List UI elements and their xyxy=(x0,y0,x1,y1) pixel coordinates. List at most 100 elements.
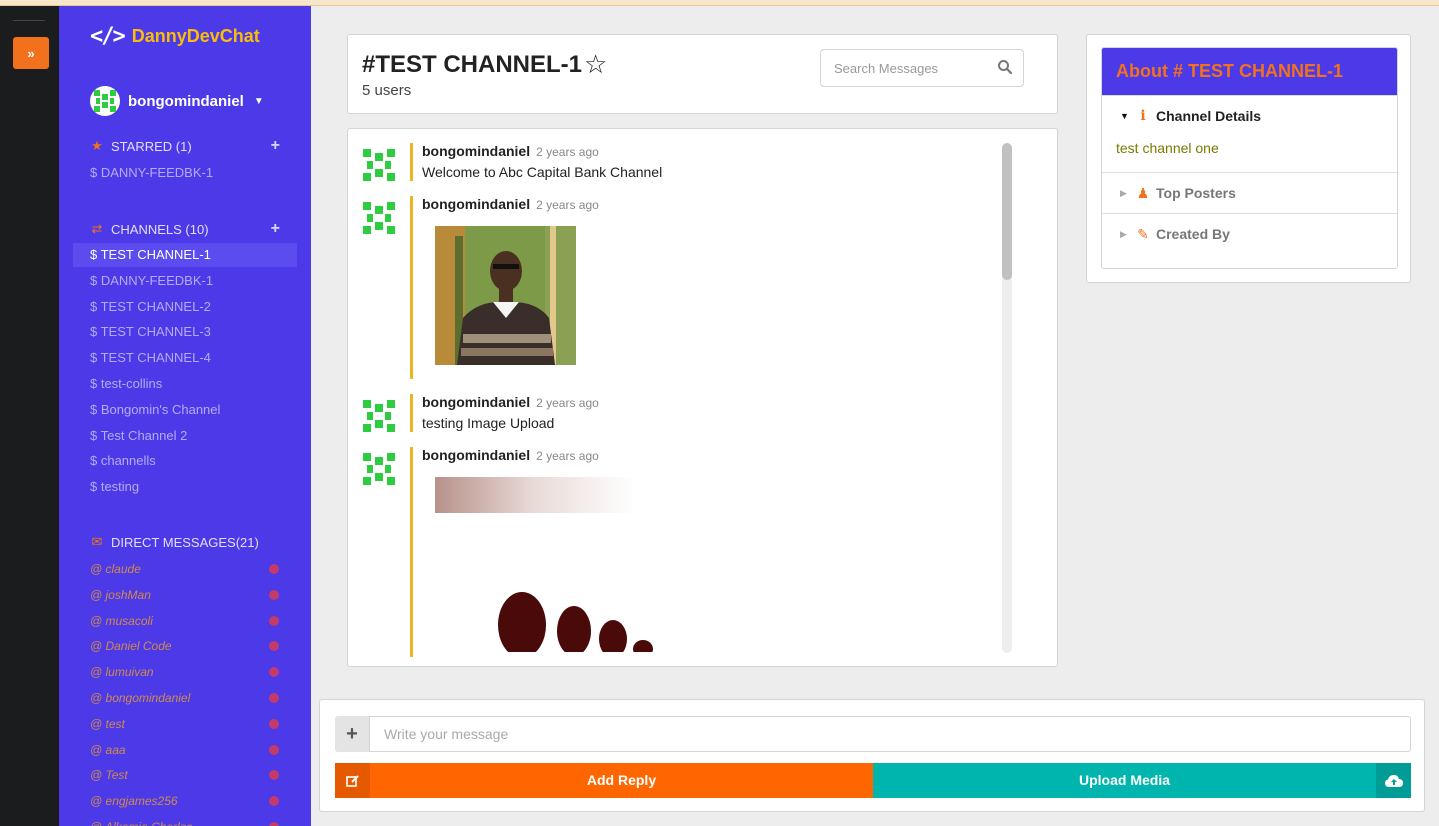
app-logo[interactable]: </> DannyDevChat xyxy=(90,24,260,49)
message-accent-bar xyxy=(410,394,413,432)
direct-message-label: @ engjames256 xyxy=(90,794,178,809)
sidebar-item-channel[interactable]: $ DANNY-FEEDBK-1 xyxy=(73,269,297,293)
about-title: About # TEST CHANNEL-1 xyxy=(1102,48,1397,95)
sidebar-item-channel[interactable]: $ testing xyxy=(73,475,297,499)
sidebar-item-channel[interactable]: $ channells xyxy=(73,449,297,473)
message-time: 2 years ago xyxy=(536,145,599,159)
sidebar-item-direct-message[interactable]: @ engjames256 xyxy=(73,790,297,812)
add-starred-icon[interactable]: + xyxy=(271,137,280,155)
channel-details-toggle[interactable]: ▼ i Channel Details xyxy=(1102,96,1397,136)
direct-message-label: @ Daniel Code xyxy=(90,639,172,654)
sidebar-item-channel[interactable]: $ Test Channel 2 xyxy=(73,424,297,448)
caret-right-icon: ▶ xyxy=(1120,187,1127,198)
direct-message-label: @ claude xyxy=(90,562,141,576)
scrollbar-thumb[interactable] xyxy=(1002,143,1012,280)
accordion-top-posters: ▶ ♟ Top Posters xyxy=(1102,172,1397,213)
upload-media-label: Upload Media xyxy=(1078,772,1170,788)
add-attachment-icon[interactable]: + xyxy=(335,716,369,752)
message-time: 2 years ago xyxy=(536,396,599,410)
channel-user-count: 5 users xyxy=(362,82,412,99)
username: bongomindaniel xyxy=(128,92,244,110)
search-input[interactable] xyxy=(821,50,981,86)
status-dot-icon xyxy=(269,770,279,781)
created-by-label: Created By xyxy=(1156,226,1230,242)
search-box xyxy=(820,49,1024,87)
message-text: Welcome to Abc Capital Bank Channel xyxy=(422,164,663,180)
direct-message-label: @ joshMan xyxy=(90,587,151,602)
channel-details-label: Channel Details xyxy=(1156,108,1262,124)
message-author: bongomindaniel 2 years ago xyxy=(422,196,599,212)
sidebar-item-direct-message[interactable]: @ claude xyxy=(73,558,297,580)
message-accent-bar xyxy=(410,143,413,181)
status-dot-icon xyxy=(269,718,279,729)
top-posters-toggle[interactable]: ▶ ♟ Top Posters xyxy=(1102,173,1397,213)
status-dot-icon xyxy=(269,641,279,652)
sidebar: </> DannyDevChat bongomindaniel ▼ ★ STAR… xyxy=(59,6,311,826)
sidebar-item-channel[interactable]: $ test-collins xyxy=(73,372,297,396)
top-posters-label: Top Posters xyxy=(1156,185,1236,201)
sidebar-item-channel[interactable]: $ TEST CHANNEL-4 xyxy=(73,346,297,370)
accordion-created-by: ▶ ✎ Created By xyxy=(1102,213,1397,254)
messages-scrollbar[interactable] xyxy=(1002,143,1012,653)
code-icon: </> xyxy=(90,24,126,49)
message-author: bongomindaniel 2 years ago xyxy=(422,447,599,463)
sidebar-item-direct-message[interactable]: @ test xyxy=(73,713,297,735)
sidebar-item-direct-message[interactable]: @ Alkamia Charles xyxy=(73,816,297,826)
sidebar-item-direct-message[interactable]: @ lumuivan xyxy=(73,661,297,683)
direct-message-label: @ musacoli xyxy=(90,613,153,628)
message-composer: + Add Reply Upload Media xyxy=(319,699,1425,812)
user-menu[interactable]: bongomindaniel ▼ xyxy=(90,86,264,116)
channels-section-header: ⇄ CHANNELS (10) + xyxy=(90,220,280,238)
upload-media-button[interactable]: Upload Media xyxy=(873,763,1411,798)
add-channel-icon[interactable]: + xyxy=(271,220,280,238)
sidebar-item-channel[interactable]: $ TEST CHANNEL-3 xyxy=(73,320,297,344)
status-dot-icon xyxy=(269,822,279,826)
about-panel: About # TEST CHANNEL-1 ▼ i Channel Detai… xyxy=(1086,34,1411,283)
status-dot-icon xyxy=(269,693,279,703)
message-input[interactable] xyxy=(369,716,1411,752)
message-avatar xyxy=(361,147,397,183)
pencil-icon: ✎ xyxy=(1137,225,1149,242)
accordion-channel-details: ▼ i Channel Details test channel one xyxy=(1102,95,1397,172)
direct-message-label: @ aaa xyxy=(90,742,126,757)
message-avatar xyxy=(361,398,397,434)
direct-message-label: @ test xyxy=(90,716,125,731)
messages-panel: bongomindaniel 2 years ago Welcome to Abc… xyxy=(347,128,1058,667)
uploaded-photo[interactable] xyxy=(435,226,576,365)
user-icon: ♟ xyxy=(1136,184,1150,201)
direct-message-label: @ Alkamia Charles xyxy=(90,820,192,826)
message-avatar xyxy=(361,200,397,236)
status-dot-icon xyxy=(269,615,279,626)
cloud-upload-icon xyxy=(1376,763,1411,798)
direct-messages-header: ✉ DIRECT MESSAGES(21) xyxy=(90,534,280,550)
expand-chevrons-icon[interactable]: » xyxy=(13,37,49,69)
status-dot-icon xyxy=(269,589,279,600)
star-outline-icon[interactable]: ☆ xyxy=(584,49,607,80)
edit-icon xyxy=(335,763,370,798)
add-reply-button[interactable]: Add Reply xyxy=(335,763,873,798)
status-dot-icon xyxy=(269,796,279,807)
message-accent-bar xyxy=(410,196,413,379)
sidebar-item-channel[interactable]: $ TEST CHANNEL-1 xyxy=(73,243,297,267)
sidebar-item-direct-message[interactable]: @ joshMan xyxy=(73,584,297,606)
message-text: testing Image Upload xyxy=(422,415,555,431)
sidebar-item-channel[interactable]: $ Bongomin's Channel xyxy=(73,398,297,422)
sidebar-item-direct-message[interactable]: @ Test xyxy=(73,764,297,786)
uploaded-image-feet[interactable] xyxy=(435,477,987,652)
created-by-toggle[interactable]: ▶ ✎ Created By xyxy=(1102,214,1397,254)
sidebar-item-direct-message[interactable]: @ Daniel Code xyxy=(73,635,297,657)
sidebar-item-channel[interactable]: $ TEST CHANNEL-2 xyxy=(73,295,297,319)
direct-message-label: @ bongomindaniel xyxy=(90,691,191,705)
direct-messages-label: DIRECT MESSAGES(21) xyxy=(111,534,259,550)
app-name: DannyDevChat xyxy=(131,26,260,46)
sidebar-item-starred[interactable]: $ DANNY-FEEDBK-1 xyxy=(73,161,297,185)
message-avatar xyxy=(361,451,397,487)
search-icon[interactable] xyxy=(997,59,1013,75)
direct-message-label: @ lumuivan xyxy=(90,665,154,680)
sidebar-item-direct-message[interactable]: @ aaa xyxy=(73,739,297,761)
message-accent-bar xyxy=(410,447,413,657)
message-time: 2 years ago xyxy=(536,198,599,212)
sidebar-item-direct-message[interactable]: @ bongomindaniel xyxy=(73,687,297,709)
sidebar-item-direct-message[interactable]: @ musacoli xyxy=(73,610,297,632)
caret-right-icon: ▶ xyxy=(1120,228,1127,239)
